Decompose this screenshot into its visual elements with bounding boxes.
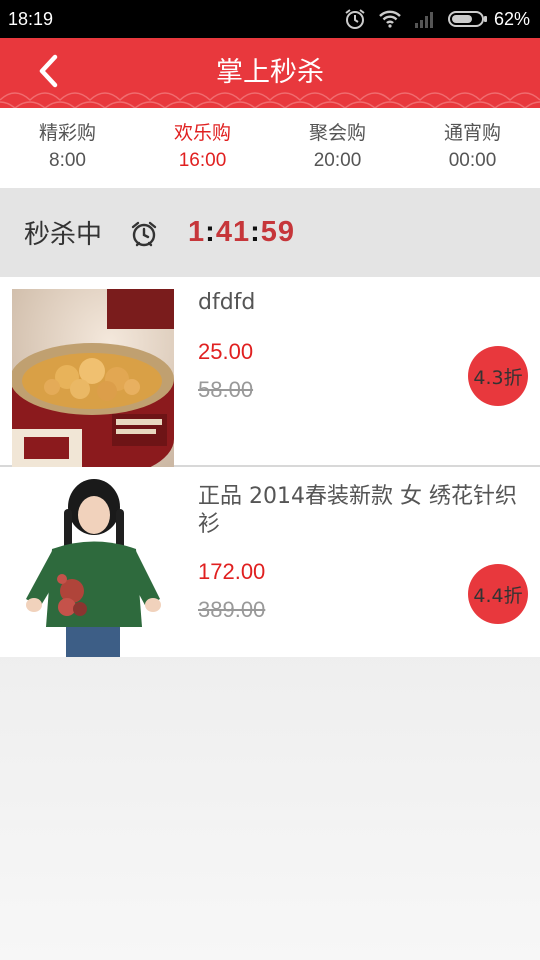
countdown-hours: 1 (188, 216, 206, 248)
signal-icon (414, 10, 436, 28)
tab-time: 16:00 (178, 150, 227, 171)
sale-price: 172.00 (198, 559, 266, 584)
tab-time: 8:00 (49, 150, 86, 171)
list-item[interactable]: dfdfd 25.00 58.00 4.3折 (0, 277, 540, 467)
alarm-clock-icon (130, 220, 158, 252)
status-time: 18:19 (8, 8, 54, 29)
tab-time: 20:00 (313, 150, 362, 171)
product-title: 正品 2014春装新款 女 绣花针织衫 (198, 484, 517, 537)
original-price: 389.00 (198, 597, 266, 622)
countdown-seconds: 59 (260, 216, 296, 248)
tab-tongxiaogou[interactable]: 通宵购 00:00 (405, 108, 540, 188)
countdown-minutes: 41 (215, 216, 251, 248)
battery-percent: 62% (493, 8, 530, 29)
list-item[interactable]: 正品 2014春装新款 女 绣花针织衫 172.00 389.00 4.4折 (0, 467, 540, 657)
back-button[interactable] (30, 54, 66, 92)
tab-label: 欢乐购 (173, 122, 231, 144)
countdown-separator: : (205, 216, 216, 248)
tab-huanlegou[interactable]: 欢乐购 16:00 (135, 108, 270, 188)
countdown-label: 秒杀中 (24, 220, 103, 250)
canned-sea-urchin-image (12, 289, 174, 467)
status-icons: 62% (344, 8, 530, 30)
status-bar: 18:19 62% (0, 0, 540, 38)
battery-icon (447, 10, 488, 28)
tab-jingcaigou[interactable]: 精彩购 8:00 (0, 108, 135, 188)
product-list: dfdfd 25.00 58.00 4.3折 正品 2014春装新款 女 绣花针… (0, 277, 540, 657)
original-price: 58.00 (198, 377, 254, 402)
countdown-separator: : (250, 216, 261, 248)
alarm-icon (344, 8, 366, 30)
discount-badge: 4.4折 (468, 564, 528, 624)
header-bar: 掌上秒杀 (0, 38, 540, 108)
sale-price: 25.00 (198, 339, 254, 364)
session-tabs: 精彩购 8:00 欢乐购 16:00 聚会购 20:00 通宵购 00:00 (0, 108, 540, 188)
tab-juhuigou[interactable]: 聚会购 20:00 (270, 108, 405, 188)
cloud-pattern-decoration (0, 92, 540, 108)
tab-label: 通宵购 (443, 122, 501, 144)
tab-label: 聚会购 (308, 122, 366, 144)
tab-time: 00:00 (448, 150, 497, 171)
countdown-bar: 秒杀中 1:41:59 (0, 188, 540, 277)
product-title: dfdfd (198, 290, 256, 315)
chevron-left-icon (37, 54, 59, 92)
green-knit-cardigan-image (12, 479, 174, 657)
discount-badge: 4.3折 (468, 346, 528, 406)
wifi-icon (378, 9, 402, 29)
tab-label: 精彩购 (38, 122, 96, 144)
countdown-timer: 1:41:59 (188, 216, 295, 249)
battery-status: 62% (447, 8, 530, 30)
